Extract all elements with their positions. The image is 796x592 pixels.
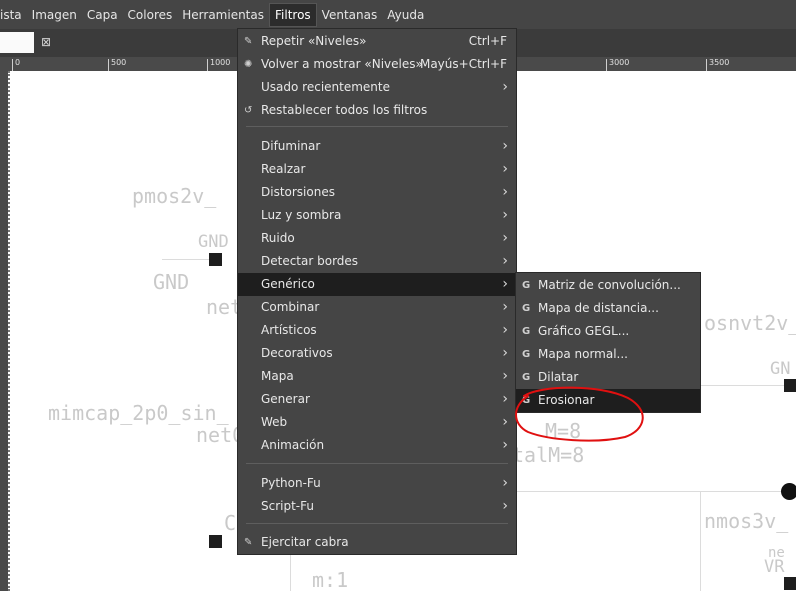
canvas-text: m:1: [312, 568, 349, 592]
schematic-node: [781, 483, 796, 500]
canvas-text: mimcap_2p0_sin_: [48, 401, 229, 425]
menu-item-normal-map[interactable]: G Mapa normal...: [516, 343, 700, 366]
menu-item-reset-filters[interactable]: ↺ Restablecer todos los filtros: [238, 99, 516, 122]
menu-item-erode[interactable]: G Erosionar: [516, 389, 700, 412]
gegl-icon: G: [522, 326, 531, 337]
gegl-icon: G: [522, 395, 531, 406]
chevron-right-icon: ›: [502, 207, 508, 223]
chevron-right-icon: ›: [502, 368, 508, 384]
menu-item-generic[interactable]: Genérico ›: [238, 273, 516, 296]
gegl-icon: G: [522, 372, 531, 383]
schematic-pin: [209, 253, 222, 266]
menu-item-reshow[interactable]: ✺ Volver a mostrar «Niveles» Mayús+Ctrl+…: [238, 53, 516, 76]
menu-item-noise[interactable]: Ruido ›: [238, 227, 516, 250]
ruler-label: 1000: [210, 58, 231, 67]
canvas-text: GND: [153, 270, 190, 294]
generic-submenu: G Matriz de convolución... G Mapa de dis…: [515, 272, 701, 413]
vertical-ruler[interactable]: [0, 71, 8, 591]
menu-item-combine[interactable]: Combinar ›: [238, 296, 516, 319]
gegl-icon: G: [522, 349, 531, 360]
close-tab-icon[interactable]: ⊠: [38, 34, 54, 50]
menu-item-decor[interactable]: Decorativos ›: [238, 342, 516, 365]
menu-item-animation[interactable]: Animación ›: [238, 434, 516, 457]
canvas-text: M=8: [545, 419, 582, 443]
chevron-right-icon: ›: [502, 414, 508, 430]
menu-item-light-shadow[interactable]: Luz y sombra ›: [238, 204, 516, 227]
menu-item-blur[interactable]: Difuminar ›: [238, 135, 516, 158]
menu-item-gegl-graph[interactable]: G Gráfico GEGL...: [516, 320, 700, 343]
chevron-right-icon: ›: [502, 253, 508, 269]
menu-item-map[interactable]: Mapa ›: [238, 365, 516, 388]
chevron-right-icon: ›: [502, 437, 508, 453]
chevron-right-icon: ›: [502, 345, 508, 361]
ruler-label: 3500: [709, 58, 730, 67]
chevron-right-icon: ›: [502, 475, 508, 491]
chevron-right-icon: ›: [502, 79, 508, 95]
menu-item-distance-map[interactable]: G Mapa de distancia...: [516, 297, 700, 320]
menu-item-repeat[interactable]: ✎ Repetir «Niveles» Ctrl+F: [238, 30, 516, 53]
canvas-text: osnvt2v_: [704, 311, 796, 335]
ruler-label: 500: [111, 58, 127, 67]
menu-separator: [246, 126, 508, 127]
image-tab-thumbnail[interactable]: [0, 32, 34, 53]
chevron-right-icon: ›: [502, 391, 508, 407]
menu-item-distorts[interactable]: Distorsiones ›: [238, 181, 516, 204]
chevron-right-icon: ›: [502, 161, 508, 177]
reshow-icon: ✺: [244, 59, 253, 70]
chevron-right-icon: ›: [502, 138, 508, 154]
ruler-label: 3000: [609, 58, 630, 67]
schematic-pin: [209, 535, 222, 548]
chevron-right-icon: ›: [502, 184, 508, 200]
menu-item-recently-used[interactable]: Usado recientemente ›: [238, 76, 516, 99]
menu-herramientas[interactable]: Herramientas: [177, 4, 269, 26]
menu-item-convolution-matrix[interactable]: G Matriz de convolución...: [516, 274, 700, 297]
canvas-text: nmos3v_: [704, 509, 789, 533]
menu-imagen[interactable]: Imagen: [27, 4, 82, 26]
menu-item-script-fu[interactable]: Script-Fu ›: [238, 495, 516, 518]
canvas-text: C: [224, 511, 237, 535]
menu-item-edge-detect[interactable]: Detectar bordes ›: [238, 250, 516, 273]
menu-colores[interactable]: Colores: [123, 4, 178, 26]
reset-icon: ↺: [244, 105, 253, 116]
canvas-text: GN: [770, 359, 791, 379]
schematic-pin: [784, 379, 796, 392]
chevron-right-icon: ›: [502, 322, 508, 338]
filters-dropdown-menu: ✎ Repetir «Niveles» Ctrl+F ✺ Volver a mo…: [237, 28, 517, 555]
gegl-icon: G: [522, 303, 531, 314]
menubar: ista Imagen Capa Colores Herramientas Fi…: [0, 0, 796, 29]
chevron-right-icon: ›: [502, 230, 508, 246]
menu-separator: [246, 463, 508, 464]
repeat-icon: ✎: [244, 36, 253, 47]
chevron-right-icon: ›: [502, 299, 508, 315]
menu-capa[interactable]: Capa: [82, 4, 123, 26]
canvas-text: GND: [198, 232, 229, 252]
chevron-right-icon: ›: [502, 498, 508, 514]
schematic-pin: [784, 577, 796, 590]
menu-ayuda[interactable]: Ayuda: [382, 4, 429, 26]
menu-filtros[interactable]: Filtros: [269, 2, 317, 27]
menu-item-web[interactable]: Web ›: [238, 411, 516, 434]
canvas-text: pmos2v_: [132, 184, 217, 208]
canvas-text: VR: [764, 557, 785, 577]
menu-item-render[interactable]: Generar ›: [238, 388, 516, 411]
ruler-label: 0: [15, 58, 21, 67]
menu-ventanas[interactable]: Ventanas: [317, 4, 383, 26]
menu-item-exercise-goat[interactable]: ✎ Ejercitar cabra: [238, 531, 516, 554]
chevron-right-icon: ›: [502, 276, 508, 292]
gegl-icon: G: [522, 280, 531, 291]
menu-item-python-fu[interactable]: Python-Fu ›: [238, 472, 516, 495]
goat-icon: ✎: [244, 537, 253, 548]
canvas-text: talM=8: [512, 443, 585, 467]
menu-separator: [246, 523, 508, 524]
menu-item-artistic[interactable]: Artísticos ›: [238, 319, 516, 342]
menu-item-dilate[interactable]: G Dilatar: [516, 366, 700, 389]
menu-vista[interactable]: ista: [0, 4, 27, 26]
menu-item-enhance[interactable]: Realzar ›: [238, 158, 516, 181]
